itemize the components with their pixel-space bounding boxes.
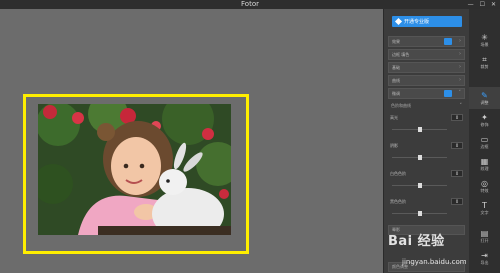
open-file-icon: ▤ bbox=[480, 228, 489, 238]
panel-row-label: 基础 bbox=[392, 65, 400, 70]
section-label: 色阶和曲线 bbox=[391, 103, 411, 108]
tool-label: 边框 bbox=[480, 143, 489, 149]
chevron-right-icon: › bbox=[459, 77, 461, 83]
close-button[interactable]: ✕ bbox=[491, 0, 496, 9]
tool-label: 裁剪 bbox=[480, 63, 489, 69]
slider-knob[interactable] bbox=[417, 211, 422, 216]
minimize-button[interactable]: — bbox=[468, 0, 474, 9]
slider-label: 高光 bbox=[390, 115, 398, 120]
panel-row-label: 曲线 bbox=[392, 78, 400, 83]
highlight-box bbox=[23, 94, 249, 254]
texture-icon: ▦ bbox=[480, 156, 489, 166]
tool-label: 特效 bbox=[480, 187, 489, 193]
tool-adjust[interactable]: ✎ 调整 bbox=[469, 87, 500, 109]
slider-label: 阴影 bbox=[390, 143, 398, 148]
slider-value-field[interactable]: 0 bbox=[451, 170, 463, 177]
tool-label: 修饰 bbox=[480, 121, 489, 127]
fotor-app: Fotor — ☐ ✕ 开通专业版 效果 › 边框 填色 › 基础 › 曲线 ›… bbox=[0, 0, 500, 273]
watermark-url: jingyan.baidu.com bbox=[402, 258, 467, 266]
panel-row-effects[interactable]: 效果 › bbox=[388, 36, 465, 47]
chevron-down-icon: ˅ bbox=[459, 103, 463, 109]
tool-crop[interactable]: ⌗ 裁剪 bbox=[469, 51, 500, 73]
chevron-right-icon: › bbox=[459, 64, 461, 70]
slider-knob[interactable] bbox=[417, 155, 422, 160]
export-icon: ⇥ bbox=[481, 250, 488, 260]
maximize-button[interactable]: ☐ bbox=[480, 0, 485, 9]
slider-highlights: 高光 0 bbox=[390, 114, 463, 139]
watermark-text: Bai 经验 bbox=[388, 234, 445, 249]
upgrade-pro-label: 开通专业版 bbox=[404, 19, 430, 25]
tool-label: 打开 bbox=[480, 237, 489, 243]
tool-effect[interactable]: ◎ 特效 bbox=[469, 175, 500, 197]
canvas-area bbox=[0, 9, 383, 273]
slider-white-levels: 白色色阶 0 bbox=[390, 170, 463, 195]
window-title: Fotor bbox=[241, 0, 259, 8]
panel-row-basic[interactable]: 基础 › bbox=[388, 62, 465, 73]
panel-row-fine-tune[interactable]: 微调 ˅ bbox=[388, 88, 465, 99]
window-controls: — ☐ ✕ bbox=[468, 0, 496, 9]
slider-shadows: 阴影 0 bbox=[390, 142, 463, 167]
scene-icon: ✳ bbox=[481, 32, 488, 42]
slider-knob[interactable] bbox=[417, 183, 422, 188]
panel-row-border-fill[interactable]: 边框 填色 › bbox=[388, 49, 465, 60]
chevron-right-icon: › bbox=[459, 51, 461, 57]
tool-label: 调整 bbox=[480, 99, 489, 105]
pro-tag bbox=[444, 38, 452, 45]
tool-frame[interactable]: ▭ 边框 bbox=[469, 131, 500, 153]
upgrade-pro-button[interactable]: 开通专业版 bbox=[392, 16, 462, 27]
tool-open[interactable]: ▤ 打开 bbox=[469, 225, 500, 247]
slider-knob[interactable] bbox=[417, 127, 422, 132]
text-icon: T bbox=[482, 200, 487, 210]
diamond-icon bbox=[394, 17, 403, 26]
panel-row-label: 微调 bbox=[392, 91, 400, 96]
tool-retouch[interactable]: ✦ 修饰 bbox=[469, 109, 500, 131]
tool-label: 文字 bbox=[480, 209, 489, 215]
panel-row-label: 边框 填色 bbox=[392, 52, 410, 57]
panel-header: 开通专业版 bbox=[384, 9, 469, 34]
slider-value-field[interactable]: 0 bbox=[451, 114, 463, 121]
chevron-down-icon: ˅ bbox=[458, 90, 462, 96]
retouch-icon: ✦ bbox=[481, 112, 488, 122]
tool-label: 导出 bbox=[480, 259, 489, 265]
title-bar: Fotor — ☐ ✕ bbox=[0, 0, 500, 9]
tool-scene[interactable]: ✳ 场景 bbox=[469, 29, 500, 51]
brush-icon: ✎ bbox=[481, 90, 488, 100]
chevron-right-icon: › bbox=[459, 38, 461, 44]
slider-black-levels: 黑色色阶 0 bbox=[390, 198, 463, 223]
tool-export[interactable]: ⇥ 导出 bbox=[469, 247, 500, 269]
slider-value-field[interactable]: 0 bbox=[451, 142, 463, 149]
pro-tag bbox=[444, 90, 452, 97]
slider-value-field[interactable]: 0 bbox=[451, 198, 463, 205]
tool-text[interactable]: T 文字 bbox=[469, 197, 500, 219]
slider-label: 黑色色阶 bbox=[390, 199, 406, 204]
panel-row-curves[interactable]: 曲线 › bbox=[388, 75, 465, 86]
tool-texture[interactable]: ▦ 纹理 bbox=[469, 153, 500, 175]
levels-curves-section[interactable]: 色阶和曲线 ˅ bbox=[388, 101, 465, 111]
tool-label: 场景 bbox=[480, 41, 489, 47]
slider-label: 白色色阶 bbox=[390, 171, 406, 176]
effect-icon: ◎ bbox=[481, 178, 488, 188]
frame-icon: ▭ bbox=[480, 134, 489, 144]
tool-label: 纹理 bbox=[480, 165, 489, 171]
panel-row-label: 效果 bbox=[392, 39, 400, 44]
tool-rail: ✳ 场景 ⌗ 裁剪 ✎ 调整 ✦ 修饰 ▭ 边框 ▦ 纹理 ◎ 特效 T 文字 bbox=[469, 9, 500, 273]
crop-icon: ⌗ bbox=[482, 54, 487, 64]
